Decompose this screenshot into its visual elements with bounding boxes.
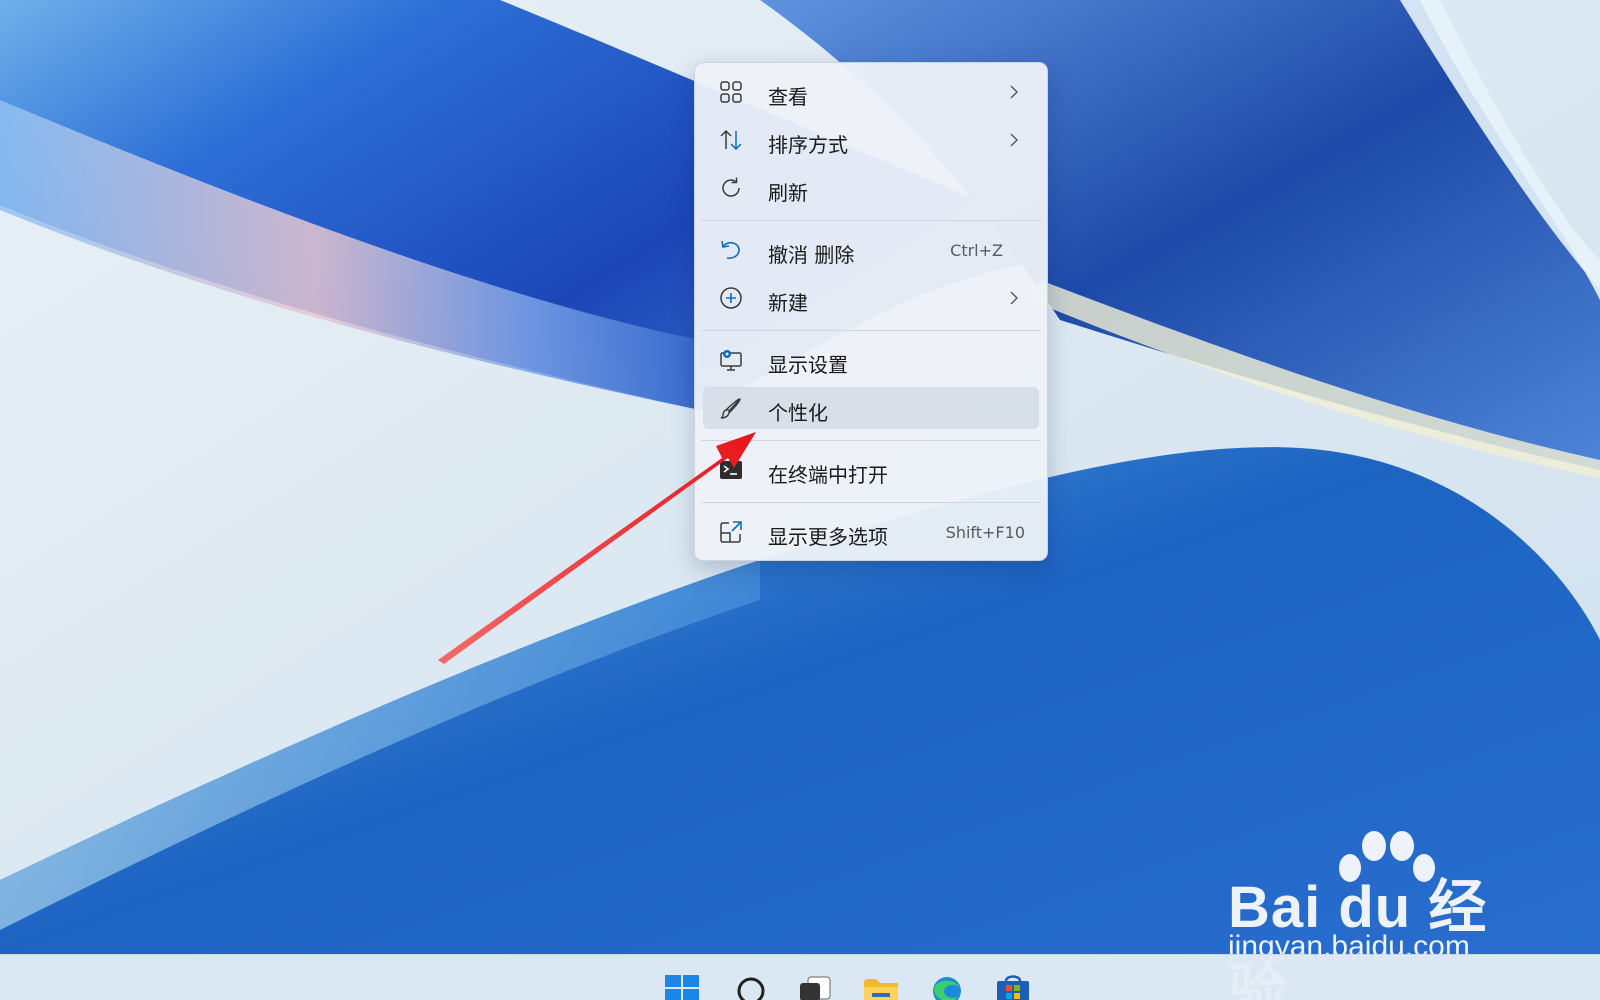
menu-item-shortcut: Shift+F10 <box>945 523 1025 542</box>
terminal-icon <box>720 461 742 479</box>
chevron-right-icon <box>1010 133 1018 147</box>
chevron-right-icon <box>1010 85 1018 99</box>
desktop[interactable]: 查看 排序方式 刷新 撤消 删除 Ctrl+Z 新建 显示设置 个性化 在终端中… <box>0 0 1600 1000</box>
taskbar <box>0 954 1600 1000</box>
undo-icon <box>721 240 740 259</box>
sort-icon <box>720 129 742 151</box>
desktop-context-menu: 查看 排序方式 刷新 撤消 删除 Ctrl+Z 新建 显示设置 个性化 在终端中… <box>694 62 1048 561</box>
menu-separator <box>701 502 1041 503</box>
menu-item-new[interactable]: 新建 <box>703 277 1039 319</box>
menu-separator <box>701 440 1041 441</box>
refresh-icon <box>722 177 740 197</box>
menu-item-label: 撤消 删除 <box>768 243 855 267</box>
menu-item-view[interactable]: 查看 <box>703 71 1039 113</box>
menu-item-show-more-options[interactable]: 显示更多选项 Shift+F10 <box>703 511 1039 553</box>
menu-item-label: 查看 <box>768 85 808 109</box>
menu-separator <box>701 330 1041 331</box>
search-icon[interactable] <box>732 973 770 1000</box>
paintbrush-icon <box>720 398 741 419</box>
expand-icon <box>720 521 742 543</box>
menu-item-display-settings[interactable]: 显示设置 <box>703 339 1039 381</box>
menu-item-label: 显示设置 <box>768 353 848 377</box>
menu-item-undo-delete[interactable]: 撤消 删除 Ctrl+Z <box>703 229 1039 271</box>
display-settings-icon <box>720 350 742 371</box>
task-view-icon[interactable] <box>796 973 834 1000</box>
add-circle-icon <box>720 287 742 309</box>
menu-item-shortcut: Ctrl+Z <box>950 241 1003 260</box>
menu-item-label: 个性化 <box>768 401 828 425</box>
menu-item-open-in-terminal[interactable]: 在终端中打开 <box>703 449 1039 491</box>
menu-item-label: 显示更多选项 <box>768 525 888 549</box>
store-icon[interactable] <box>994 973 1032 1000</box>
menu-item-label: 在终端中打开 <box>768 463 888 487</box>
grid-view-icon <box>720 81 742 103</box>
menu-item-sort-by[interactable]: 排序方式 <box>703 119 1039 161</box>
windows-start-icon[interactable] <box>664 973 702 1000</box>
menu-item-label: 新建 <box>768 291 808 315</box>
file-explorer-icon[interactable] <box>862 973 900 1000</box>
menu-item-label: 刷新 <box>768 181 808 205</box>
menu-item-label: 排序方式 <box>768 133 848 157</box>
edge-icon[interactable] <box>928 973 966 1000</box>
baidu-watermark: Bai du 经验 jingyan.baidu.com <box>1228 830 1528 1000</box>
menu-separator <box>701 220 1041 221</box>
menu-item-refresh[interactable]: 刷新 <box>703 167 1039 209</box>
chevron-right-icon <box>1010 291 1018 305</box>
menu-item-personalize[interactable]: 个性化 <box>703 387 1039 429</box>
